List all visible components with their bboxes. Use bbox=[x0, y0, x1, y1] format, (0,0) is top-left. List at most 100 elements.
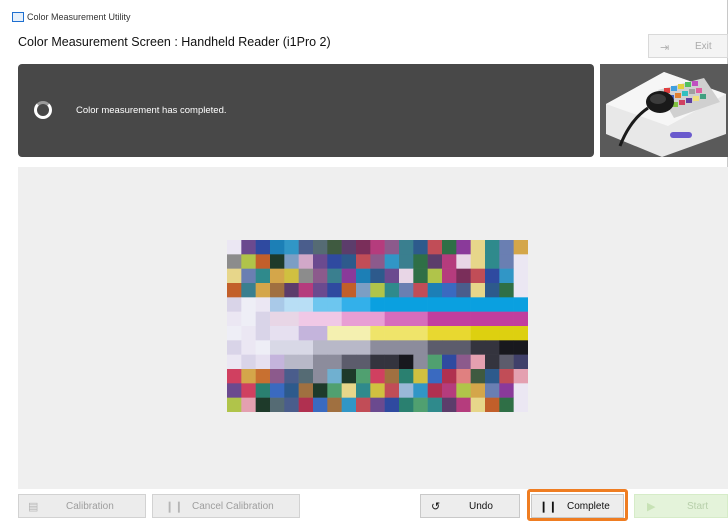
color-patch bbox=[485, 354, 500, 370]
color-patch bbox=[284, 254, 299, 269]
color-patch bbox=[313, 283, 328, 298]
color-patch bbox=[470, 311, 486, 327]
color-patch bbox=[241, 240, 256, 255]
color-patch bbox=[413, 311, 428, 327]
exit-button[interactable]: ⇥ Exit bbox=[648, 34, 728, 58]
color-patch bbox=[399, 354, 414, 370]
color-patch bbox=[384, 397, 400, 412]
color-patch bbox=[370, 354, 385, 370]
color-patch bbox=[341, 297, 357, 312]
color-patch bbox=[513, 369, 528, 384]
color-patch bbox=[456, 268, 471, 284]
color-patch bbox=[470, 326, 486, 341]
start-button[interactable]: ▶ Start bbox=[634, 494, 728, 518]
color-patch bbox=[427, 326, 443, 341]
color-patch bbox=[513, 354, 528, 370]
color-patch bbox=[456, 283, 471, 298]
color-patch bbox=[255, 297, 271, 312]
color-patch bbox=[356, 297, 371, 312]
undo-icon: ↺ bbox=[431, 501, 441, 513]
color-patch bbox=[227, 326, 242, 341]
color-patch bbox=[370, 254, 385, 269]
color-patch bbox=[399, 369, 414, 384]
color-patch bbox=[427, 369, 443, 384]
color-patch bbox=[255, 340, 271, 355]
color-patch bbox=[456, 326, 471, 341]
color-patch bbox=[356, 240, 371, 255]
calibration-button[interactable]: ▤ Calibration bbox=[18, 494, 146, 518]
color-patch bbox=[470, 297, 486, 312]
color-patch bbox=[298, 397, 314, 412]
color-patch bbox=[227, 254, 242, 269]
color-patch bbox=[384, 254, 400, 269]
color-patch bbox=[298, 326, 314, 341]
color-patch bbox=[298, 297, 314, 312]
color-patch bbox=[270, 297, 285, 312]
color-patch bbox=[341, 383, 357, 398]
color-patch bbox=[356, 354, 371, 370]
color-patch bbox=[227, 397, 242, 412]
color-patch bbox=[384, 326, 400, 341]
color-patch bbox=[241, 326, 256, 341]
color-patch bbox=[456, 340, 471, 355]
color-patch bbox=[313, 397, 328, 412]
color-patch bbox=[356, 254, 371, 269]
color-patch bbox=[241, 297, 256, 312]
color-patch bbox=[470, 397, 486, 412]
color-patch bbox=[456, 254, 471, 269]
color-patch bbox=[485, 254, 500, 269]
color-patch bbox=[384, 311, 400, 327]
color-patch bbox=[370, 340, 385, 355]
color-patch bbox=[470, 240, 486, 255]
color-patch bbox=[442, 354, 457, 370]
color-patch bbox=[442, 326, 457, 341]
color-patch bbox=[298, 311, 314, 327]
color-patch bbox=[370, 283, 385, 298]
color-patch bbox=[384, 340, 400, 355]
color-patch bbox=[255, 397, 271, 412]
color-patch bbox=[356, 326, 371, 341]
undo-label: Undo bbox=[469, 501, 493, 512]
color-patch bbox=[270, 326, 285, 341]
color-patch bbox=[270, 354, 285, 370]
color-patch bbox=[255, 268, 271, 284]
color-patch bbox=[313, 254, 328, 269]
color-patch bbox=[485, 383, 500, 398]
color-patch bbox=[485, 283, 500, 298]
calibration-icon: ▤ bbox=[28, 501, 39, 513]
color-patch bbox=[270, 311, 285, 327]
patch-grid-svg bbox=[227, 240, 528, 412]
color-patch bbox=[356, 369, 371, 384]
color-patch bbox=[284, 268, 299, 284]
color-patch bbox=[270, 383, 285, 398]
play-icon: ▶ bbox=[647, 501, 656, 513]
color-patch bbox=[456, 383, 471, 398]
color-patch bbox=[399, 268, 414, 284]
color-patch bbox=[313, 326, 328, 341]
color-patch bbox=[298, 268, 314, 284]
color-patch bbox=[442, 397, 457, 412]
color-patch bbox=[456, 240, 471, 255]
color-patch bbox=[513, 254, 528, 269]
color-patch bbox=[456, 297, 471, 312]
color-patch bbox=[499, 297, 514, 312]
color-patch bbox=[255, 240, 271, 255]
color-patch bbox=[456, 369, 471, 384]
status-message: Color measurement has completed. bbox=[76, 105, 227, 116]
color-patch bbox=[241, 311, 256, 327]
color-patch bbox=[442, 340, 457, 355]
color-patch bbox=[427, 268, 443, 284]
undo-button[interactable]: ↺ Undo bbox=[420, 494, 520, 518]
color-patch bbox=[513, 268, 528, 284]
color-patch bbox=[384, 240, 400, 255]
color-patch bbox=[313, 354, 328, 370]
color-patch bbox=[427, 297, 443, 312]
color-patch bbox=[227, 283, 242, 298]
color-patch bbox=[399, 254, 414, 269]
color-patch bbox=[255, 383, 271, 398]
cancel-calibration-button[interactable]: ❙❙ Cancel Calibration bbox=[152, 494, 300, 518]
color-patch bbox=[284, 354, 299, 370]
color-patch bbox=[298, 340, 314, 355]
color-patch bbox=[456, 311, 471, 327]
color-patch bbox=[456, 354, 471, 370]
